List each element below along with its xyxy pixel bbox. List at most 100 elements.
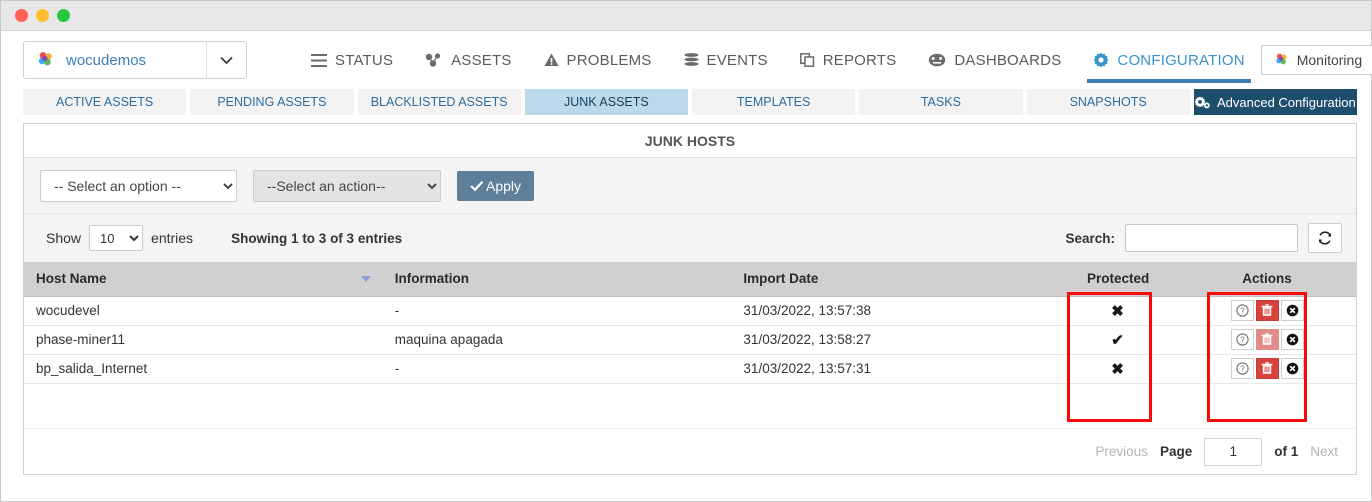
question-circle-icon[interactable]: ? xyxy=(1230,300,1254,321)
cell-spacer-1 xyxy=(1159,296,1217,326)
monitoring-button[interactable]: Monitoring xyxy=(1260,45,1372,75)
subtab-label: ACTIVE ASSETS xyxy=(55,95,154,109)
subtab-advanced-configuration[interactable]: Advanced Configuration xyxy=(1193,89,1357,115)
sort-desc-icon xyxy=(360,275,371,282)
next-page-button[interactable]: Next xyxy=(1310,444,1338,459)
subtab-blacklisted-assets[interactable]: BLACKLISTED ASSETS xyxy=(357,89,521,115)
nav-label-dashboards: DASHBOARDS xyxy=(954,51,1062,69)
window-titlebar xyxy=(1,1,1371,31)
cell-actions: ? xyxy=(1216,354,1318,384)
subtab-tasks[interactable]: TASKS xyxy=(859,89,1023,115)
cell-host-name: wocudevel xyxy=(24,296,383,326)
previous-page-button[interactable]: Previous xyxy=(1095,444,1148,459)
warning-triangle-icon xyxy=(544,53,559,67)
search-group: Search: xyxy=(1065,223,1342,253)
search-input[interactable] xyxy=(1125,224,1298,252)
page-title: JUNK HOSTS xyxy=(24,124,1356,158)
check-icon xyxy=(470,180,484,192)
nav-item-assets[interactable]: ASSETS xyxy=(409,31,527,89)
nav-item-status[interactable]: STATUS xyxy=(295,31,409,89)
pagination-controls: Previous Page of 1 Next xyxy=(24,428,1356,474)
subtab-label: TEMPLATES xyxy=(736,95,811,109)
subtab-label: JUNK ASSETS xyxy=(564,95,649,109)
nav-label-configuration: CONFIGURATION xyxy=(1117,51,1245,69)
cell-import-date: 31/03/2022, 13:57:31 xyxy=(731,354,1076,384)
table-info-bar: Show 10 entries Showing 1 to 3 of 3 entr… xyxy=(24,214,1356,262)
column-label: Host Name xyxy=(36,271,107,287)
cell-import-date: 31/03/2022, 13:57:38 xyxy=(731,296,1076,326)
nav-item-reports[interactable]: REPORTS xyxy=(784,31,913,89)
column-header-actions: Actions xyxy=(1216,262,1318,297)
nav-item-configuration[interactable]: CONFIGURATION xyxy=(1077,31,1260,89)
table-row[interactable]: phase-miner11 maquina apagada 31/03/2022… xyxy=(24,325,1356,355)
protected-check-icon: ✔ xyxy=(1111,331,1124,349)
window-minimize-button[interactable] xyxy=(36,9,49,22)
cell-spacer-2 xyxy=(1317,325,1356,355)
page-label: Page xyxy=(1159,444,1193,459)
sub-navigation-tabs: ACTIVE ASSETS PENDING ASSETS BLACKLISTED… xyxy=(1,89,1371,115)
nav-label-events: EVENTS xyxy=(706,51,768,69)
option-select[interactable]: -- Select an option -- xyxy=(40,169,237,202)
column-header-information[interactable]: Information xyxy=(382,262,732,297)
subtab-pending-assets[interactable]: PENDING ASSETS xyxy=(190,89,354,115)
column-label: Protected xyxy=(1087,271,1150,287)
column-header-host-name[interactable]: Host Name xyxy=(24,262,383,297)
nav-item-problems[interactable]: PROBLEMS xyxy=(528,31,668,89)
apply-button[interactable]: Apply xyxy=(457,170,535,201)
window-close-button[interactable] xyxy=(15,9,28,22)
table-row[interactable]: bp_salida_Internet - 31/03/2022, 13:57:3… xyxy=(24,354,1356,384)
total-pages-label: of 1 xyxy=(1274,444,1299,459)
tenant-selector[interactable]: wocudemos xyxy=(23,41,247,79)
subtab-junk-assets[interactable]: JUNK ASSETS xyxy=(524,89,688,115)
cell-information: maquina apagada xyxy=(382,325,732,355)
cell-spacer-2 xyxy=(1317,296,1356,326)
database-stack-icon xyxy=(684,53,699,67)
subtab-snapshots[interactable]: SNAPSHOTS xyxy=(1026,89,1190,115)
refresh-button[interactable] xyxy=(1308,223,1342,253)
trash-icon[interactable] xyxy=(1255,300,1279,321)
svg-text:?: ? xyxy=(1240,364,1245,373)
cancel-circle-icon[interactable] xyxy=(1280,300,1304,321)
cell-protected: ✖ xyxy=(1075,354,1160,384)
svg-text:?: ? xyxy=(1240,335,1245,344)
cell-protected: ✖ xyxy=(1075,296,1160,326)
table-header: Host Name Information Import Date Protec… xyxy=(24,262,1356,297)
action-select[interactable]: --Select an action-- xyxy=(253,169,441,202)
nav-label-reports: REPORTS xyxy=(822,51,897,69)
cell-spacer-1 xyxy=(1159,354,1217,384)
assets-icon xyxy=(425,53,443,67)
svg-text:?: ? xyxy=(1240,306,1245,315)
cancel-circle-icon[interactable] xyxy=(1280,358,1304,379)
junk-hosts-table-wrapper: Host Name Information Import Date Protec… xyxy=(24,262,1356,428)
question-circle-icon[interactable]: ? xyxy=(1230,329,1254,350)
trash-icon[interactable] xyxy=(1255,358,1279,379)
column-header-import-date[interactable]: Import Date xyxy=(731,262,1076,297)
junk-hosts-table: Host Name Information Import Date Protec… xyxy=(24,262,1356,384)
page-number-input[interactable] xyxy=(1204,437,1263,466)
subtab-label: SNAPSHOTS xyxy=(1069,95,1147,109)
nav-label-status: STATUS xyxy=(335,51,394,69)
copy-pages-icon xyxy=(799,53,815,67)
nav-label-problems: PROBLEMS xyxy=(566,51,652,69)
cell-import-date: 31/03/2022, 13:58:27 xyxy=(731,325,1076,355)
row-action-group: ? xyxy=(1230,329,1304,350)
subtab-templates[interactable]: TEMPLATES xyxy=(692,89,856,115)
column-header-protected[interactable]: Protected xyxy=(1075,262,1160,297)
app-window: wocudemos STATUS ASSETS PROBLEMS EVENTS … xyxy=(0,0,1372,502)
row-action-group: ? xyxy=(1230,300,1304,321)
show-label: Show xyxy=(46,230,82,246)
table-row[interactable]: wocudevel - 31/03/2022, 13:57:38 ✖ ? xyxy=(24,296,1356,326)
nav-item-dashboards[interactable]: DASHBOARDS xyxy=(912,31,1077,89)
cell-protected: ✔ xyxy=(1075,325,1160,355)
entries-select[interactable]: 10 xyxy=(89,225,144,251)
cell-actions: ? xyxy=(1216,325,1318,355)
cancel-circle-icon[interactable] xyxy=(1280,329,1304,350)
question-circle-icon[interactable]: ? xyxy=(1230,358,1254,379)
gears-icon xyxy=(1194,96,1210,109)
entries-length-control: Show 10 entries xyxy=(46,225,193,251)
subtab-active-assets[interactable]: ACTIVE ASSETS xyxy=(23,89,187,115)
nav-item-events[interactable]: EVENTS xyxy=(668,31,784,89)
gauge-icon xyxy=(928,53,946,67)
chevron-down-icon[interactable] xyxy=(206,42,246,78)
window-maximize-button[interactable] xyxy=(57,9,70,22)
